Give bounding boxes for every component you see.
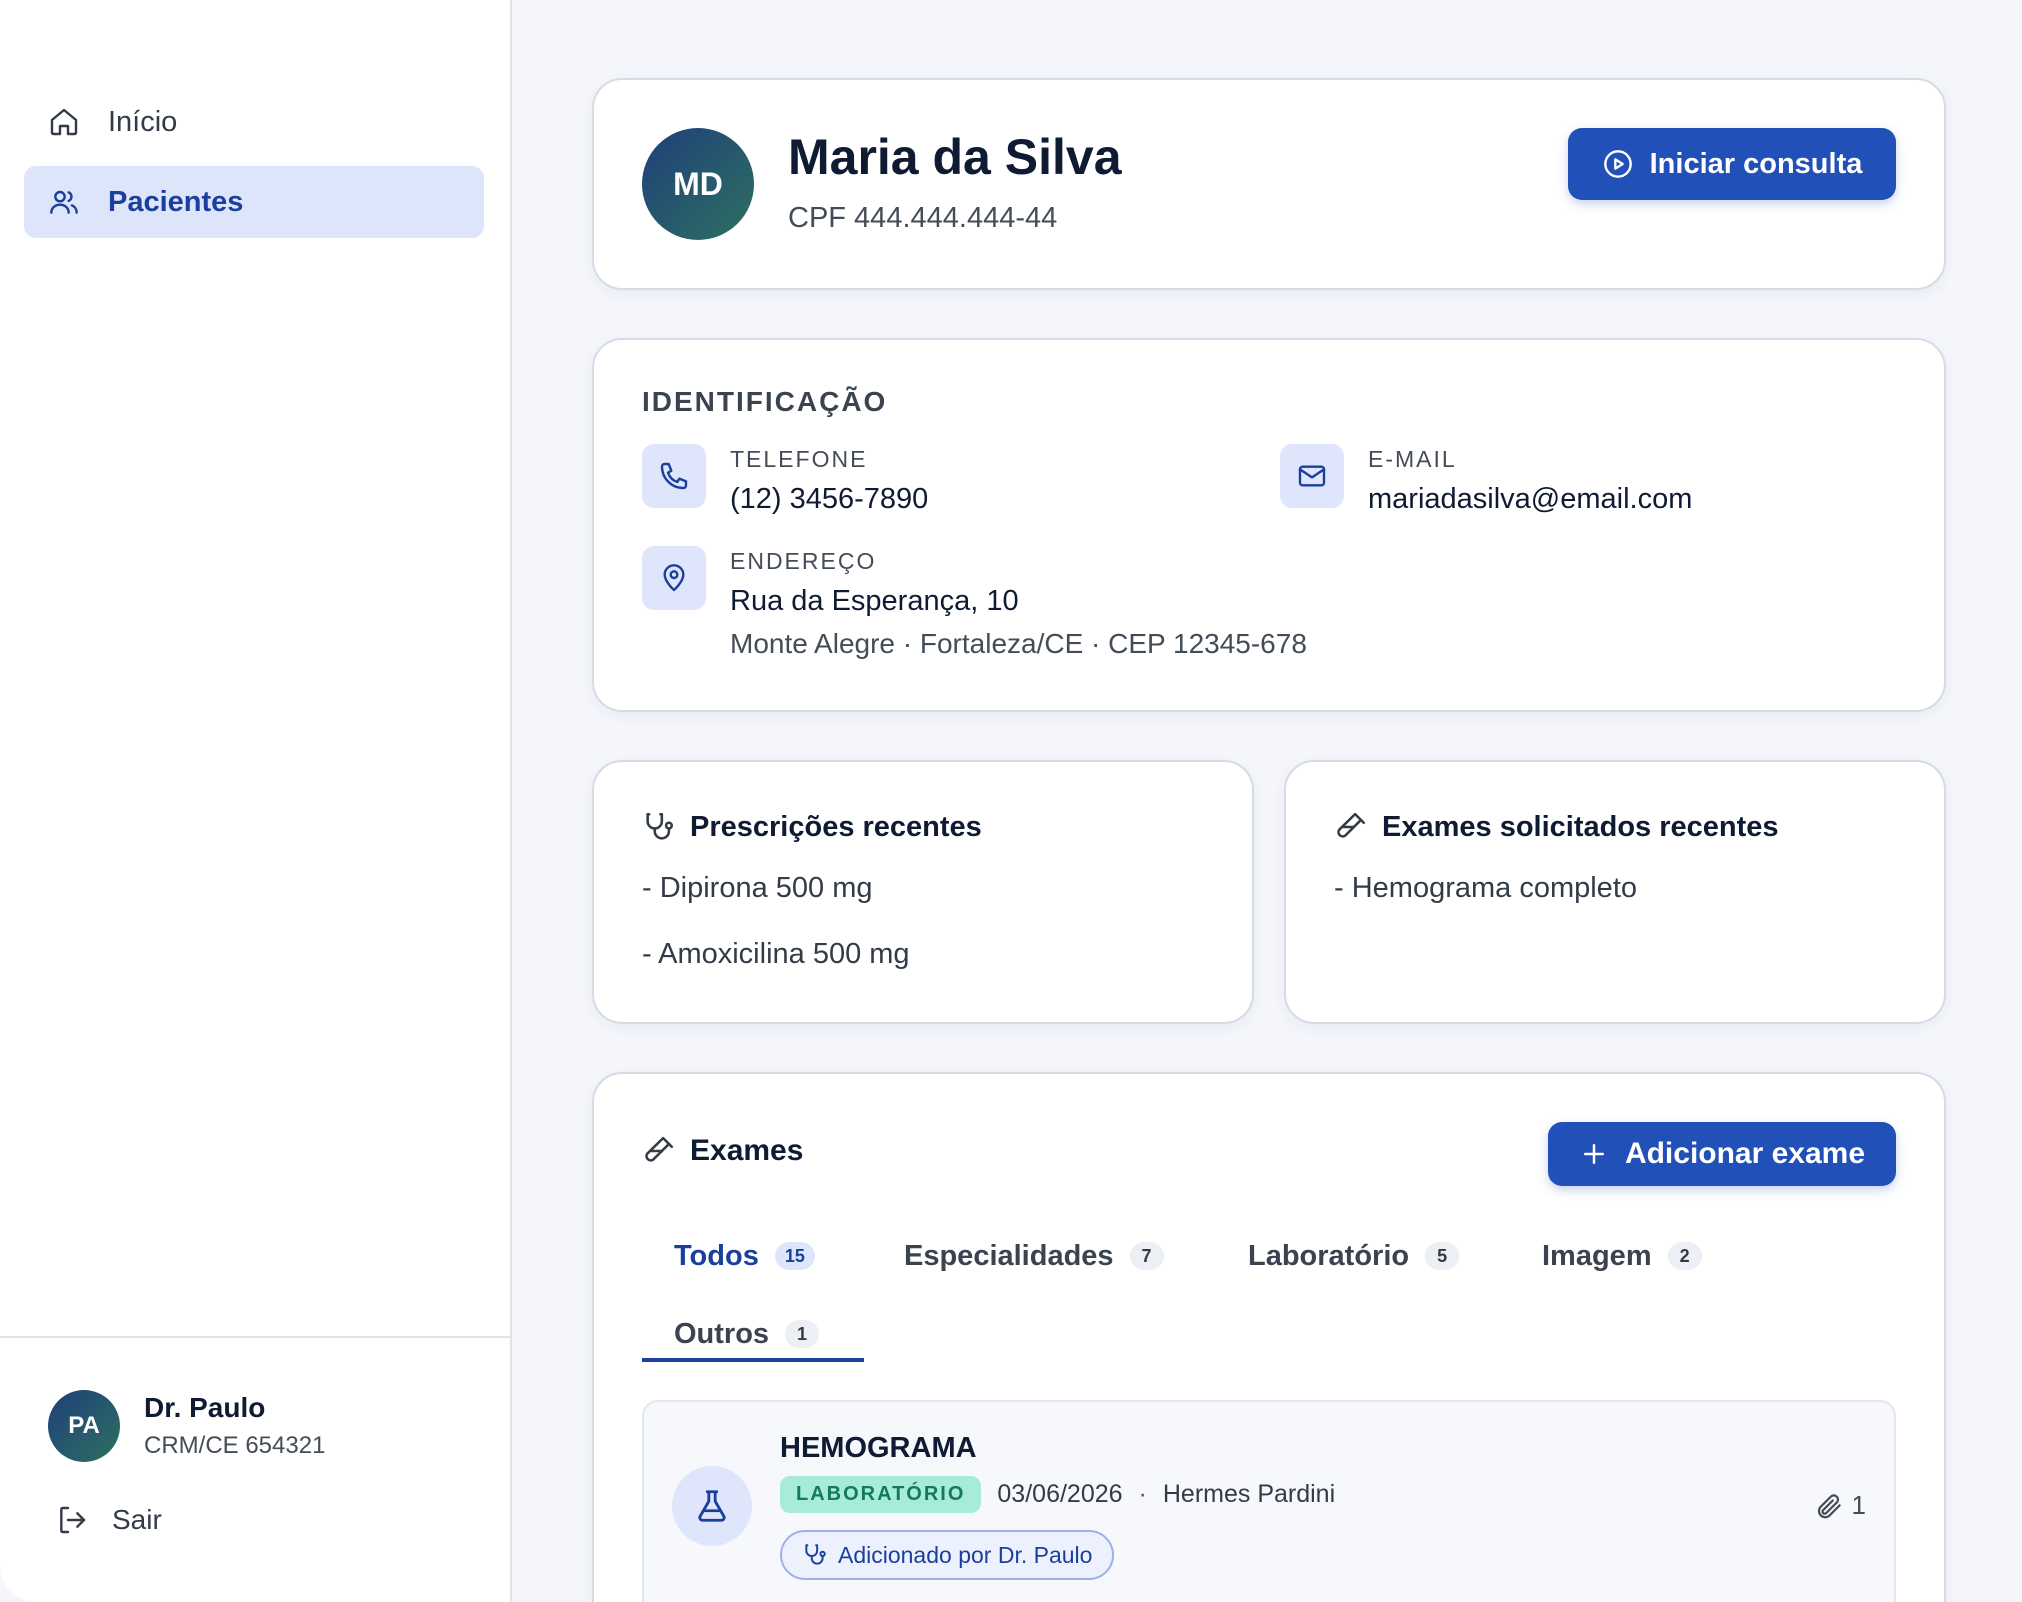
phone-info: TELEFONE (12) 3456-7890 [642,444,928,516]
exam-category-badge: LABORATÓRIO [780,1476,982,1513]
users-icon [48,186,80,218]
avatar: PA [48,1390,120,1462]
add-exam-label: Adicionar exame [1624,1137,1866,1170]
prescriptions-title: Prescrições recentes [642,810,982,844]
stethoscope-icon [646,812,674,840]
attachments-indicator[interactable]: 1 [1814,1490,1866,1521]
email-info: E-MAIL mariadasilva@email.com [1280,444,1692,516]
test-tube-icon [1337,812,1366,838]
phone-label: TELEFONE [730,446,868,472]
logout-label: Sair [112,1504,162,1535]
added-by-label: Adicionado por Dr. Paulo [838,1541,1093,1568]
sidebar-item-inicio[interactable]: Início [24,86,484,158]
tab-laboratorio[interactable]: Laboratório 5 [1248,1238,1460,1274]
start-consultation-button[interactable]: Iniciar consulta [1568,128,1896,200]
added-by-badge: Adicionado por Dr. Paulo [780,1530,1115,1580]
exams-title-label: Exames [690,1134,804,1167]
play-circle-icon [1603,150,1632,178]
email-label: E-MAIL [1368,446,1457,472]
requested-exams-title-label: Exames solicitados recentes [1382,810,1779,843]
active-tab-indicator [642,1358,864,1362]
exams-title: Exames [642,1134,803,1168]
address-line2: Monte Alegre · Fortaleza/CE · CEP 12345-… [730,628,1307,659]
mail-icon [1280,444,1344,508]
address-line1: Rua da Esperança, 10 [730,585,1019,617]
identification-card: IDENTIFICAÇÃO TELEFONE (12) 3456-7890 E-… [592,338,1946,712]
flask-icon [672,1466,752,1546]
patient-cpf: CPF 444.444.444-44 [788,202,1058,234]
add-exam-button[interactable]: Adicionar exame [1548,1122,1896,1186]
logout-button[interactable]: Sair [56,1504,162,1536]
home-icon [48,106,80,138]
list-item: - Amoxicilina 500 mg [642,938,910,970]
user-profile[interactable]: PA Dr. Paulo CRM/CE 654321 [48,1390,325,1462]
paperclip-icon [1817,1493,1841,1518]
email-value: mariadasilva@email.com [1368,483,1693,515]
sidebar-item-pacientes[interactable]: Pacientes [24,166,484,238]
list-item: - Dipirona 500 mg [642,872,873,904]
tab-count: 2 [1667,1242,1702,1270]
logout-icon [60,1506,86,1534]
address-info: ENDEREÇO Rua da Esperança, 10 Monte Aleg… [642,546,1307,660]
phone-value: (12) 3456-7890 [730,483,929,515]
tab-outros[interactable]: Outros 1 [674,1316,820,1352]
exam-date: 03/06/2026 [997,1480,1123,1508]
prescriptions-title-label: Prescrições recentes [690,810,982,843]
tab-label: Laboratório [1248,1239,1410,1272]
user-name: Dr. Paulo [144,1392,266,1423]
plus-icon [1583,1144,1604,1164]
meta-separator: · [1138,1480,1147,1508]
tab-label: Especialidades [904,1239,1114,1272]
tab-count: 5 [1425,1242,1460,1270]
patient-avatar: MD [642,128,754,240]
patient-header-card: MD Maria da Silva CPF 444.444.444-44 Ini… [592,78,1946,290]
tab-label: Outros [674,1317,770,1350]
exam-list-item[interactable]: HEMOGRAMA LABORATÓRIO 03/06/2026 · Herme… [642,1400,1896,1602]
recent-requested-exams-card: Exames solicitados recentes - Hemograma … [1284,760,1946,1024]
list-item: - Hemograma completo [1334,872,1637,904]
exam-meta: LABORATÓRIO 03/06/2026 · Hermes Pardini [780,1476,1335,1513]
tab-especialidades[interactable]: Especialidades 7 [904,1238,1164,1274]
sidebar-item-label: Pacientes [108,185,244,218]
tab-todos[interactable]: Todos 15 [674,1238,815,1274]
tab-label: Imagem [1542,1239,1652,1272]
patient-name: Maria da Silva [788,129,1122,185]
requested-exams-title: Exames solicitados recentes [1334,810,1779,844]
recent-prescriptions-card: Prescrições recentes - Dipirona 500 mg -… [592,760,1254,1024]
sidebar-nav: Início Pacientes [24,86,484,246]
sidebar-item-label: Início [108,105,178,138]
tab-label: Todos [674,1239,759,1272]
tab-count: 1 [785,1320,820,1348]
user-crm: CRM/CE 654321 [144,1432,326,1459]
stethoscope-icon [805,1544,826,1565]
tab-count: 7 [1129,1242,1164,1270]
tab-count: 15 [774,1242,815,1270]
exam-name: HEMOGRAMA [780,1432,977,1464]
start-consultation-label: Iniciar consulta [1649,147,1863,180]
attachments-count: 1 [1851,1490,1866,1520]
sidebar: Início Pacientes PA Dr. Paulo CRM/CE 654… [0,0,512,1602]
map-pin-icon [642,546,706,610]
address-label: ENDEREÇO [730,548,877,574]
phone-icon [642,444,706,508]
exams-card: Exames Adicionar exame Todos 15 Especial… [592,1072,1946,1602]
test-tube-icon [645,1136,674,1162]
sidebar-footer: PA Dr. Paulo CRM/CE 654321 Sair [0,1336,510,1602]
tab-imagem[interactable]: Imagem 2 [1542,1238,1702,1274]
section-title: IDENTIFICAÇÃO [642,386,888,417]
exam-lab: Hermes Pardini [1162,1480,1336,1508]
